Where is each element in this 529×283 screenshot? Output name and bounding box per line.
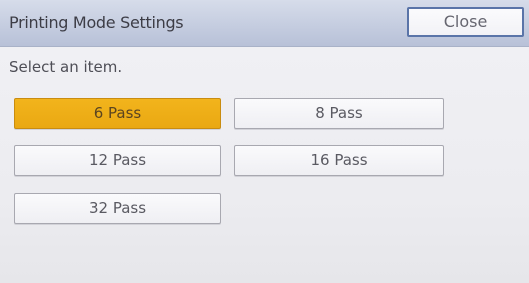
- option-12-pass-button[interactable]: 12 Pass: [14, 145, 221, 176]
- option-6-pass-button[interactable]: 6 Pass: [14, 98, 221, 129]
- instruction-text: Select an item.: [9, 58, 123, 76]
- printing-mode-settings-screen: Printing Mode Settings Close Select an i…: [0, 0, 529, 283]
- option-8-pass-button[interactable]: 8 Pass: [234, 98, 444, 129]
- page-title: Printing Mode Settings: [9, 13, 184, 32]
- title-bar: Printing Mode Settings Close: [0, 0, 529, 47]
- option-16-pass-button[interactable]: 16 Pass: [234, 145, 444, 176]
- close-button[interactable]: Close: [407, 7, 524, 37]
- option-32-pass-button[interactable]: 32 Pass: [14, 193, 221, 224]
